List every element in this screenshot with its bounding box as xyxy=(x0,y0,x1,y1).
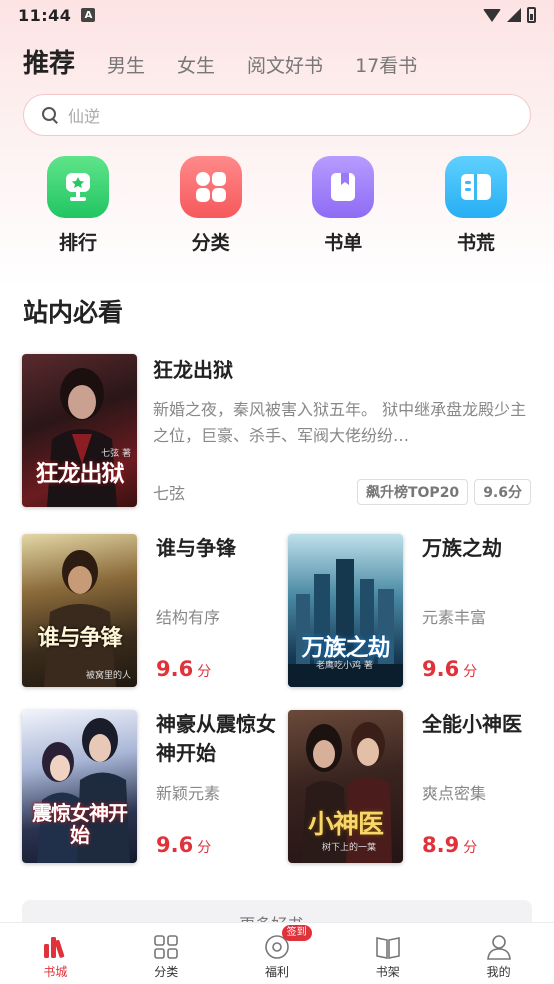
booklist-icon xyxy=(312,156,375,218)
cover-author: 七弦 著 xyxy=(101,449,131,459)
nav-label: 福利 xyxy=(264,965,289,979)
book-tag: 新颖元素 xyxy=(156,784,221,803)
nav-label: 书架 xyxy=(375,965,400,979)
book-card[interactable]: 谁与争锋 被窝里的人 谁与争锋 结构有序 9.6 分 xyxy=(22,534,288,687)
search-icon xyxy=(42,107,58,123)
score-value: 9.6 xyxy=(156,657,194,681)
score-tag: 9.6分 xyxy=(474,479,531,505)
score-unit: 分 xyxy=(197,664,212,680)
book-author: 七弦 xyxy=(153,484,186,503)
cover-title: 狂龙出狱 xyxy=(35,461,125,487)
entry-booklist[interactable]: 书单 xyxy=(310,156,376,255)
category-icon xyxy=(153,934,179,960)
tab-17kan[interactable]: 17看书 xyxy=(355,51,417,82)
book-card[interactable]: 小神医 树下上的一葉 全能小神医 爽点密集 8.9 分 xyxy=(288,710,554,863)
book-cover[interactable]: 狂龙出狱 七弦 著 xyxy=(22,354,137,507)
search-input[interactable]: 仙逆 xyxy=(23,94,531,136)
cover-title: 万族之劫 xyxy=(301,635,391,661)
book-grid: 谁与争锋 被窝里的人 谁与争锋 结构有序 9.6 分 万族之劫 老鹰吃小鸡 著 … xyxy=(22,534,554,886)
signal-icon xyxy=(507,8,521,22)
tab-female[interactable]: 女生 xyxy=(177,51,215,82)
nav-label: 我的 xyxy=(486,965,511,979)
book-cover[interactable]: 谁与争锋 被窝里的人 xyxy=(22,534,137,687)
checkin-badge: 签到 xyxy=(281,925,312,941)
tab-yuewen[interactable]: 阅文好书 xyxy=(247,51,323,82)
nav-profile[interactable]: 我的 xyxy=(443,923,554,984)
section-title: 站内必看 xyxy=(23,298,124,327)
tab-male[interactable]: 男生 xyxy=(107,51,145,82)
tab-recommend[interactable]: 推荐 xyxy=(23,43,75,82)
book-tag: 爽点密集 xyxy=(422,784,487,803)
nav-bookshelf[interactable]: 书架 xyxy=(332,923,443,984)
book-description: 新婚之夜，秦风被害入狱五年。 狱中继承盘龙殿少主之位，巨豪、杀手、军阀大佬纷纷… xyxy=(153,400,527,445)
book-score: 9.6 分 xyxy=(422,657,554,681)
book-title[interactable]: 全能小神医 xyxy=(422,710,554,768)
entry-booknotfound[interactable]: 书荒 xyxy=(443,156,509,255)
score-unit: 分 xyxy=(463,664,478,680)
nav-category[interactable]: 分类 xyxy=(111,923,222,984)
status-time: 11:44 xyxy=(18,5,72,25)
open-book-icon xyxy=(444,156,507,218)
cover-title: 震惊女神开始 xyxy=(32,801,128,847)
wifi-icon xyxy=(483,8,501,22)
cover-author: 被窝里的人 xyxy=(85,671,131,681)
quick-entries: 排行 分类 书单 书荒 xyxy=(0,136,554,255)
book-tag: 结构有序 xyxy=(156,608,221,627)
book-cover[interactable]: 小神医 树下上的一葉 xyxy=(288,710,403,863)
bottom-nav: 书城 分类 签到 福利 书架 我的 xyxy=(0,922,554,984)
book-cover[interactable]: 震惊女神开始 xyxy=(22,710,137,863)
book-title[interactable]: 谁与争锋 xyxy=(156,534,288,592)
notification-icon: A xyxy=(81,8,96,22)
status-bar: 11:44 A xyxy=(0,0,554,30)
channel-tabs: 推荐 男生 女生 阅文好书 17看书 xyxy=(0,30,554,82)
nav-bookstore[interactable]: 书城 xyxy=(0,923,111,984)
entry-category-label: 分类 xyxy=(191,232,230,254)
score-value: 9.6 xyxy=(156,833,194,857)
book-title[interactable]: 神豪从震惊女神开始 xyxy=(156,710,288,768)
featured-book[interactable]: 狂龙出狱 七弦 著 狂龙出狱 新婚之夜，秦风被害入狱五年。 狱中继承盘龙殿少主之… xyxy=(22,354,531,507)
trophy-icon xyxy=(47,156,109,218)
cover-author: 老鹰吃小鸡 著 xyxy=(316,661,373,671)
book-cover[interactable]: 万族之劫 老鹰吃小鸡 著 xyxy=(288,534,403,687)
bookshelf-icon xyxy=(375,934,401,960)
book-title[interactable]: 狂龙出狱 xyxy=(153,354,531,383)
book-score: 8.9 分 xyxy=(422,833,554,857)
rank-tag: 飙升榜TOP20 xyxy=(356,479,469,505)
book-title[interactable]: 万族之劫 xyxy=(422,534,554,592)
cover-title: 小神医 xyxy=(307,810,384,840)
profile-icon xyxy=(486,934,512,960)
book-card[interactable]: 震惊女神开始 神豪从震惊女神开始 新颖元素 9.6 分 xyxy=(22,710,288,863)
score-unit: 分 xyxy=(463,840,478,856)
entry-booklist-label: 书单 xyxy=(324,232,363,254)
score-value: 8.9 xyxy=(422,833,460,857)
entry-rank-label: 排行 xyxy=(58,232,97,254)
score-unit: 分 xyxy=(197,840,212,856)
score-value: 9.6 xyxy=(422,657,460,681)
book-score: 9.6 分 xyxy=(156,657,288,681)
entry-rank[interactable]: 排行 xyxy=(45,156,111,255)
book-score: 9.6 分 xyxy=(156,833,288,857)
nav-label: 分类 xyxy=(154,965,179,979)
book-card[interactable]: 万族之劫 老鹰吃小鸡 著 万族之劫 元素丰富 9.6 分 xyxy=(288,534,554,687)
nav-label: 书城 xyxy=(43,965,68,979)
nav-welfare[interactable]: 签到 福利 xyxy=(222,923,333,984)
entry-booknotfound-label: 书荒 xyxy=(456,232,495,254)
cover-author: 树下上的一葉 xyxy=(322,843,377,853)
cover-title: 谁与争锋 xyxy=(37,626,122,651)
bookstore-icon xyxy=(42,934,68,960)
entry-category[interactable]: 分类 xyxy=(178,156,244,255)
grid-dots-icon xyxy=(179,156,242,218)
book-tag: 元素丰富 xyxy=(422,608,487,627)
battery-icon xyxy=(527,7,536,23)
search-placeholder: 仙逆 xyxy=(68,107,101,126)
